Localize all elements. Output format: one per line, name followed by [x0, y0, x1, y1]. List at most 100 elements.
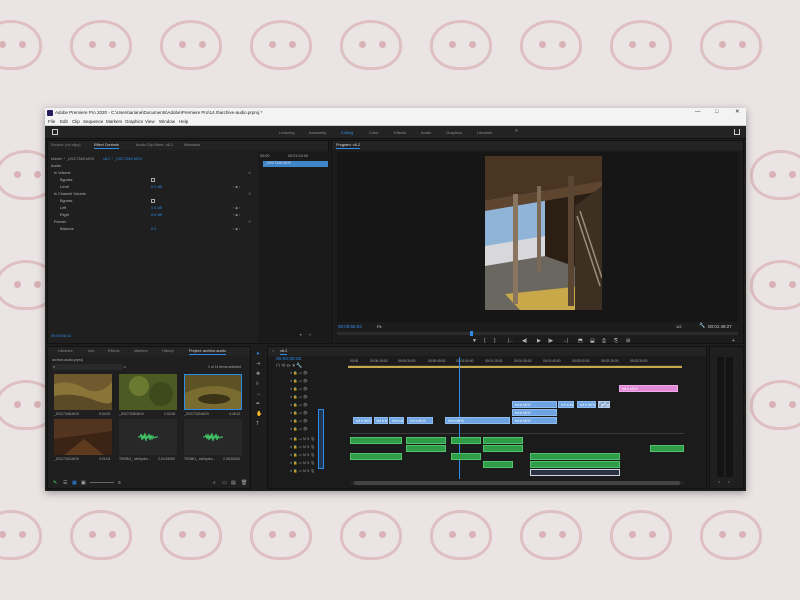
- track-header-a3[interactable]: ● 🔒 ▭ M S 🎙: [290, 453, 315, 457]
- project-item-audio[interactable]: [119, 419, 177, 455]
- reset-icon[interactable]: ↺: [248, 171, 251, 175]
- new-bin-icon[interactable]: ▭: [222, 480, 227, 486]
- trash-icon[interactable]: 🗑: [241, 480, 247, 486]
- step-forward-icon[interactable]: |▶: [548, 338, 553, 344]
- program-current-timecode[interactable]: 00:00:56:02: [338, 324, 362, 329]
- track-header-v4[interactable]: ● 🔒 ▭ 👁: [290, 403, 308, 407]
- export-icon[interactable]: ⇥: [308, 333, 311, 337]
- audio-clip[interactable]: [406, 445, 446, 452]
- right-value[interactable]: 0.0 dB: [151, 213, 162, 217]
- find-icon[interactable]: ⌕: [213, 480, 216, 486]
- audio-clip[interactable]: [451, 453, 481, 460]
- volume-effect[interactable]: fx Volume: [54, 171, 71, 175]
- sort-icon[interactable]: ≡: [118, 480, 121, 486]
- source-patch-indicator[interactable]: [318, 409, 324, 469]
- timeline-clip[interactable]: fx3 b.MOV: [407, 417, 433, 424]
- mark-in-icon[interactable]: {: [484, 338, 486, 344]
- project-item-thumbnail[interactable]: [54, 419, 112, 455]
- menu-window[interactable]: Window: [159, 119, 175, 124]
- tab-libraries[interactable]: Libraries: [58, 349, 73, 353]
- lift-icon[interactable]: ⬒: [578, 338, 583, 344]
- list-view-icon[interactable]: ☰: [63, 480, 67, 486]
- go-to-out-icon[interactable]: →|: [562, 338, 568, 344]
- workspace-effects[interactable]: Effects: [394, 130, 406, 135]
- solo-left-button[interactable]: S: [718, 480, 720, 484]
- ripple-edit-tool-icon[interactable]: ✥: [256, 371, 262, 377]
- track-header-v7[interactable]: ● 🔒 ▭ 👁: [290, 379, 308, 383]
- track-header-v3[interactable]: ● 🔒 ▭ 👁: [290, 411, 308, 415]
- go-to-in-icon[interactable]: |←: [508, 338, 514, 344]
- wrench-icon[interactable]: 🔧: [699, 323, 705, 329]
- timeline-clip[interactable]: fx3 b.MOV: [511, 417, 558, 424]
- track-header-v8[interactable]: ● 🔒 ▭ 👁: [290, 371, 308, 375]
- track-header-v1[interactable]: ● 🔒 ▭ 👁: [290, 427, 308, 431]
- tracks-area[interactable]: fx6 b.MOV fx3 b.MOV fx3 b.MOV fx3 b.MOV fx3 …: [350, 357, 684, 479]
- timeline-scroll-thumb[interactable]: [354, 481, 680, 485]
- timeline-clip[interactable]: fx3 b.MOV: [445, 417, 510, 424]
- tab-metadata[interactable]: Metadata: [184, 143, 200, 147]
- timeline-clip[interactable]: fx3 b.MOV: [511, 409, 558, 416]
- panner-effect[interactable]: Panner: [54, 220, 66, 224]
- effect-controls-timeline[interactable]: 00:00 00:01:04:00 _DSC7346.MOV: [258, 152, 330, 342]
- mark-out-icon[interactable]: }: [494, 338, 496, 344]
- workspace-audio[interactable]: Audio: [421, 130, 431, 135]
- timeline-clip[interactable]: fx3 b.MOV: [598, 401, 611, 408]
- pencil-icon[interactable]: ✎: [53, 480, 57, 486]
- project-item-thumbnail[interactable]: [184, 374, 242, 410]
- keyframe-nav-icon[interactable]: ‹ ◆ ›: [233, 185, 240, 189]
- workspace-graphics[interactable]: Graphics: [446, 130, 462, 135]
- hand-tool-icon[interactable]: ✋: [256, 411, 262, 417]
- freeform-view-icon[interactable]: ▣: [81, 480, 86, 486]
- workspace-color[interactable]: Color: [369, 130, 379, 135]
- menu-file[interactable]: File: [48, 119, 55, 124]
- audio-clip[interactable]: [483, 445, 523, 452]
- minimize-icon[interactable]: —: [695, 109, 701, 115]
- solo-right-button[interactable]: S: [728, 480, 730, 484]
- left-value[interactable]: 0.0 dB: [151, 206, 162, 210]
- timeline-timecode[interactable]: 00:00:56:02: [276, 357, 301, 362]
- project-item-thumbnail[interactable]: [119, 374, 177, 410]
- work-area-bar[interactable]: [348, 366, 682, 368]
- project-item-audio[interactable]: [184, 419, 242, 455]
- track-header-a5[interactable]: ● 🔒 ▭ M S 🎙: [290, 469, 315, 473]
- maximize-icon[interactable]: □: [715, 109, 718, 115]
- timeline-clip[interactable]: fx6 b.MOV: [618, 385, 678, 392]
- track-header-a1[interactable]: ● 🔒 ▭ M S 🎙: [290, 437, 315, 441]
- tab-audio-clip-mixer[interactable]: Audio Clip Mixer: v8-2: [136, 143, 173, 147]
- timeline-clip[interactable]: fx3 b.MOV: [511, 401, 558, 408]
- reset-icon[interactable]: ↺: [248, 192, 251, 196]
- timeline-clip[interactable]: fx3 b.MOV: [389, 417, 404, 424]
- bypass-checkbox[interactable]: [151, 178, 155, 182]
- tab-sequence[interactable]: v8-2: [280, 349, 288, 355]
- audio-clip[interactable]: [530, 453, 620, 460]
- timeline-clip[interactable]: fx3 b.MOV: [576, 401, 597, 408]
- slip-tool-icon[interactable]: ↔: [256, 391, 262, 397]
- channel-volume-effect[interactable]: fx Channel Volume: [54, 192, 86, 196]
- comparison-view-icon[interactable]: ⎘: [614, 338, 618, 344]
- tab-effect-controls[interactable]: Effect Controls: [94, 143, 119, 149]
- program-viewer[interactable]: [337, 152, 738, 322]
- menu-clip[interactable]: Clip: [72, 119, 80, 124]
- program-playhead[interactable]: [470, 331, 473, 336]
- tab-markers[interactable]: Markers: [134, 349, 148, 353]
- track-header-v2[interactable]: ● 🔒 ▭ 👁: [290, 419, 308, 423]
- home-icon[interactable]: [52, 129, 58, 135]
- balance-value[interactable]: 0.0: [151, 227, 156, 231]
- keyframe-nav-icon[interactable]: ‹ ◆ ›: [233, 206, 240, 210]
- new-item-icon[interactable]: ▤: [231, 480, 236, 486]
- tab-info[interactable]: Info: [88, 349, 94, 353]
- menu-markers[interactable]: Markers: [106, 119, 122, 124]
- workspace-assembly[interactable]: Assembly: [309, 130, 326, 135]
- workspace-editing[interactable]: Editing: [341, 130, 353, 135]
- zoom-slider[interactable]: [90, 482, 114, 483]
- audio-clip[interactable]: [483, 461, 513, 468]
- timeline-clip[interactable]: fx3 b.MOV: [373, 417, 389, 424]
- button-editor-icon[interactable]: +: [732, 338, 735, 344]
- audio-clip[interactable]: [350, 437, 402, 444]
- timeline-scrollbar[interactable]: [350, 481, 684, 485]
- audio-clip[interactable]: [451, 437, 481, 444]
- menu-edit[interactable]: Edit: [60, 119, 68, 124]
- ec-current-timecode[interactable]: 00:00:46:02: [51, 334, 71, 338]
- play-icon[interactable]: ▶: [537, 338, 541, 344]
- close-icon[interactable]: ✕: [735, 109, 740, 115]
